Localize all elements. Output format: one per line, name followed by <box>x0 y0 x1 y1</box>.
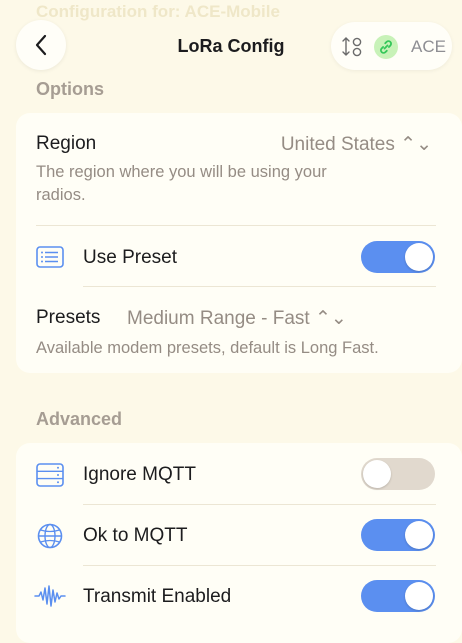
options-card: Region United States ⌃⌄ The region where… <box>16 113 462 373</box>
waveform-icon <box>34 585 66 607</box>
presets-label: Presets <box>36 307 101 328</box>
presets-picker[interactable]: Medium Range - Fast ⌃⌄ <box>127 307 347 330</box>
list-icon <box>36 246 64 268</box>
region-picker[interactable]: United States ⌃⌄ <box>281 133 432 156</box>
ok-to-mqtt-toggle[interactable] <box>361 519 435 551</box>
ignore-mqtt-toggle[interactable] <box>361 458 435 490</box>
divider <box>83 286 436 287</box>
region-description: The region where you will be using your … <box>36 163 327 204</box>
node-short-name: ACE <box>411 37 446 56</box>
configuration-title: Configuration for: ACE-Mobile <box>36 2 280 21</box>
ok-to-mqtt-label: Ok to MQTT <box>83 525 188 546</box>
connection-status-pill[interactable]: ACE <box>331 22 452 70</box>
ignore-mqtt-label: Ignore MQTT <box>83 464 196 485</box>
options-section-header: Options <box>36 79 104 99</box>
transmit-enabled-toggle[interactable] <box>361 580 435 612</box>
sort-arrows-icon <box>342 37 362 57</box>
advanced-card: Ignore MQTT Ok to MQTT Transmit Enabled <box>16 443 462 643</box>
server-icon <box>36 463 64 487</box>
globe-icon <box>37 523 63 549</box>
divider <box>36 225 436 226</box>
divider <box>83 504 436 505</box>
advanced-section-header: Advanced <box>36 409 123 429</box>
use-preset-toggle[interactable] <box>361 241 435 273</box>
link-status-badge <box>374 35 398 59</box>
link-icon <box>380 40 392 54</box>
divider <box>83 565 436 566</box>
presets-description: Available modem presets, default is Long… <box>36 339 379 357</box>
transmit-enabled-label: Transmit Enabled <box>83 586 232 607</box>
use-preset-label: Use Preset <box>83 247 177 268</box>
region-label: Region <box>36 133 97 154</box>
